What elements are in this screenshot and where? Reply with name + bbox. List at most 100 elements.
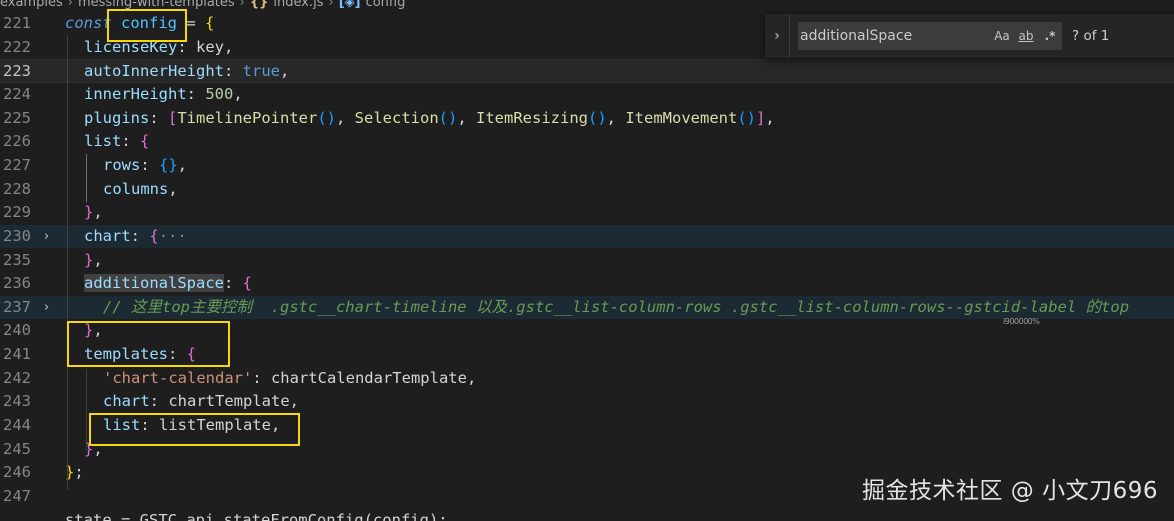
code-token: , — [93, 250, 103, 269]
code-line[interactable]: 230 › chart: {··· — [0, 224, 1174, 249]
code-text: state = GSTC.api.stateFromConfig(config)… — [65, 509, 448, 521]
indent-guide — [67, 35, 68, 490]
code-line[interactable]: 236 additionalSpace: { — [0, 272, 1174, 296]
code-token: { — [242, 274, 252, 293]
line-number: 223 — [3, 62, 31, 81]
breadcrumb-item-symbol[interactable]: config — [366, 0, 406, 10]
code-token: : — [149, 108, 168, 127]
code-token: , — [336, 108, 355, 127]
code-token: additionalSpace — [84, 274, 224, 293]
code-text: 'chart-calendar': chartCalendarTemplate, — [103, 367, 476, 391]
line-number: 241 — [3, 345, 31, 364]
code-line[interactable]: 242 'chart-calendar': chartCalendarTempla… — [0, 367, 1174, 391]
code-text: chart: chartTemplate, — [103, 390, 299, 414]
line-number: 228 — [3, 179, 31, 198]
code-text: plugins: [TimelinePointer(), Selection()… — [84, 107, 775, 131]
line-number: 229 — [3, 203, 31, 222]
code-text: rows: {}, — [103, 154, 187, 178]
code-line[interactable]: 227 rows: {}, — [0, 154, 1174, 178]
code-text: autoInnerHeight: true, — [84, 60, 289, 84]
code-token: const — [65, 14, 112, 32]
find-input[interactable] — [798, 27, 990, 45]
code-line[interactable]: 228 columns, — [0, 178, 1174, 202]
code-token: 500 — [205, 84, 234, 103]
line-number: 230 — [3, 226, 31, 245]
find-result-count: ? of 1 — [1072, 28, 1110, 44]
line-number: 226 — [3, 132, 31, 151]
breadcrumb-item-file[interactable]: index.js — [273, 0, 323, 10]
code-line[interactable]: 224 innerHeight: 500, — [0, 83, 1174, 107]
code-line[interactable]: 229}, — [0, 201, 1174, 225]
regex-icon[interactable]: .* — [1038, 25, 1062, 47]
code-token: : — [140, 155, 159, 174]
code-token: , — [177, 155, 188, 174]
annotation-box-config — [107, 9, 187, 42]
js-file-icon: {} — [249, 0, 269, 10]
code-line[interactable]: 237 › // 这里top主要控制 .gstc__chart-timeline 以… — [0, 295, 1174, 320]
line-number: 243 — [3, 392, 31, 411]
code-token: Selection — [354, 108, 439, 127]
code-token: , — [279, 62, 290, 81]
line-number: 242 — [3, 368, 31, 387]
code-text: innerHeight: 500, — [84, 83, 243, 107]
code-text: // 这里top主要控制 .gstc__chart-timeline 以及.gs… — [103, 296, 1129, 320]
line-number: 247 — [3, 487, 31, 505]
code-line[interactable]: 225 plugins: [TimelinePointer(), Selectio… — [0, 107, 1174, 131]
code-token: : chartCalendarTemplate, — [252, 368, 477, 387]
code-token: () — [438, 108, 458, 127]
code-token: , — [233, 84, 243, 103]
code-line[interactable]: 243 chart: chartTemplate, — [0, 390, 1174, 414]
indent-guide-active — [86, 154, 87, 202]
code-token: () — [737, 108, 756, 127]
fold-chevron-icon[interactable]: › — [44, 296, 49, 320]
code-text: chart: {··· — [84, 225, 187, 249]
code-token: , — [93, 203, 103, 222]
line-number: 237 — [3, 297, 31, 316]
variable-symbol-icon: [◈] — [338, 0, 361, 10]
code-line[interactable]: 226 list: { — [0, 130, 1174, 154]
line-number: 246 — [3, 463, 31, 482]
code-line[interactable]: state = GSTC.api.stateFromConfig(config)… — [0, 509, 1174, 521]
line-number: 245 — [3, 439, 31, 458]
breadcrumb-separator-icon: › — [67, 0, 73, 10]
code-token: chart — [103, 392, 150, 411]
match-case-icon[interactable]: Aa — [990, 25, 1014, 47]
code-text: }, — [84, 249, 103, 273]
code-token: : chartTemplate, — [149, 392, 299, 411]
code-line[interactable]: 235}, — [0, 249, 1174, 273]
code-token: , — [457, 108, 477, 127]
code-token: ··· — [158, 226, 187, 245]
line-number: 236 — [3, 274, 31, 293]
code-text: }, — [84, 201, 103, 225]
line-number: 222 — [3, 37, 31, 56]
indent-guide — [86, 369, 87, 451]
code-token: autoInnerHeight — [84, 62, 224, 81]
code-token: 'chart-calendar' — [103, 368, 253, 387]
fold-chevron-icon[interactable]: › — [44, 225, 49, 249]
code-token: : — [223, 62, 243, 81]
code-line[interactable]: 223 autoInnerHeight: true, — [0, 59, 1174, 83]
annotation-box-templates — [67, 321, 230, 367]
whole-word-icon[interactable]: ab — [1014, 25, 1038, 47]
breadcrumb-item-examples[interactable]: examples — [0, 0, 63, 10]
code-token: ] — [756, 108, 766, 127]
annotation-box-list — [89, 413, 300, 446]
code-token: , — [606, 108, 626, 127]
code-token: list — [84, 132, 122, 151]
chevron-right-icon[interactable]: › — [765, 14, 790, 58]
code-token: , — [168, 179, 178, 198]
code-token: [ — [168, 108, 178, 127]
code-token: { — [149, 226, 159, 245]
line-number: 240 — [3, 321, 31, 340]
code-token: { — [140, 132, 150, 151]
line-number: 227 — [3, 155, 31, 174]
code-token: : — [223, 274, 243, 293]
find-input-wrapper: Aa ab .* — [798, 22, 1062, 50]
code-editor[interactable]: examples › messing-with-templates › {} i… — [0, 0, 1174, 521]
code-token: : — [186, 84, 206, 103]
code-token: innerHeight — [84, 84, 187, 103]
inline-hint: i900000% — [1003, 317, 1040, 326]
find-widget: › Aa ab .* ? of 1 — [765, 14, 1174, 58]
line-number: 244 — [3, 416, 31, 435]
line-number: 225 — [3, 108, 31, 127]
